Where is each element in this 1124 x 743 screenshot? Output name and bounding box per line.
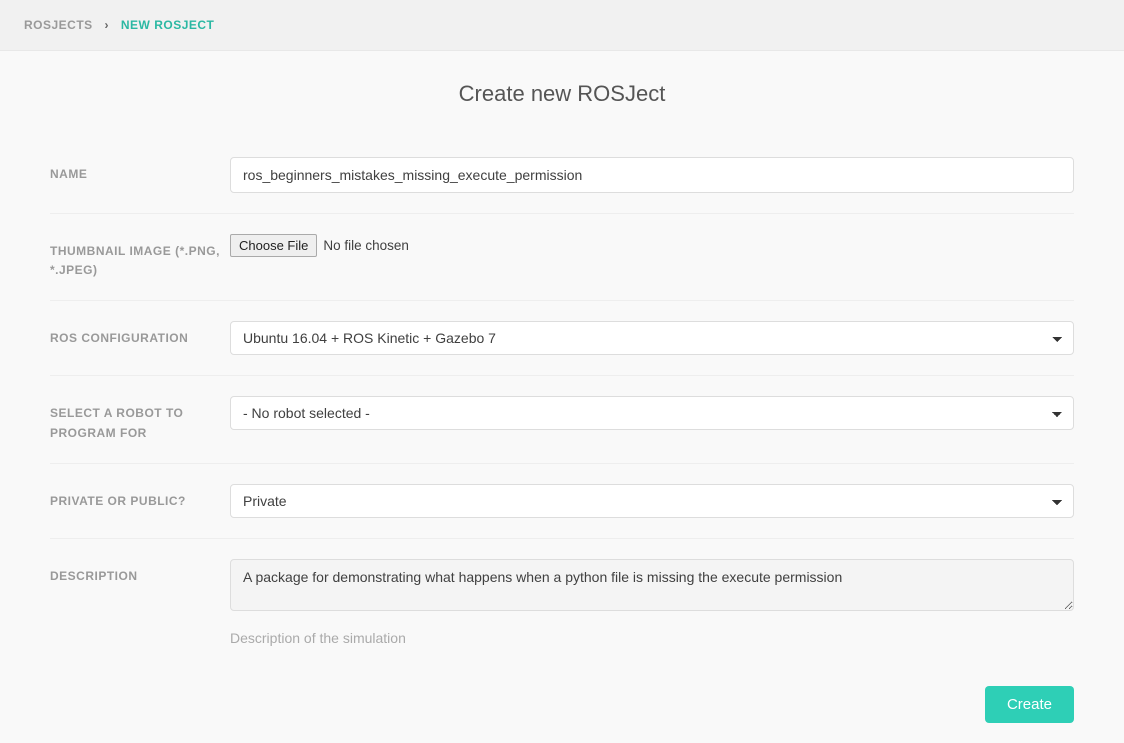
label-description: DESCRIPTION: [50, 559, 230, 586]
label-name: NAME: [50, 157, 230, 184]
breadcrumb-rosjects[interactable]: ROSJECTS: [24, 18, 93, 32]
row-thumbnail: THUMBNAIL IMAGE (*.PNG, *.JPEG) Choose F…: [50, 214, 1074, 301]
label-thumbnail: THUMBNAIL IMAGE (*.PNG, *.JPEG): [50, 234, 230, 280]
label-robot: SELECT A ROBOT TO PROGRAM FOR: [50, 396, 230, 442]
row-robot: SELECT A ROBOT TO PROGRAM FOR - No robot…: [50, 376, 1074, 463]
description-help-text: Description of the simulation: [230, 630, 1074, 646]
label-visibility: PRIVATE OR PUBLIC?: [50, 484, 230, 511]
page-title: Create new ROSJect: [50, 81, 1074, 107]
breadcrumb: ROSJECTS › NEW ROSJECT: [0, 0, 1124, 51]
form-actions: Create: [50, 666, 1074, 723]
page-body: Create new ROSJect NAME THUMBNAIL IMAGE …: [0, 51, 1124, 743]
visibility-select[interactable]: Private: [230, 484, 1074, 518]
create-button[interactable]: Create: [985, 686, 1074, 723]
label-ros-config: ROS CONFIGURATION: [50, 321, 230, 348]
chevron-right-icon: ›: [105, 18, 110, 32]
file-status-text: No file chosen: [323, 238, 409, 253]
description-textarea[interactable]: [230, 559, 1074, 611]
row-ros-config: ROS CONFIGURATION Ubuntu 16.04 + ROS Kin…: [50, 301, 1074, 376]
robot-select[interactable]: - No robot selected -: [230, 396, 1074, 430]
row-description: DESCRIPTION Description of the simulatio…: [50, 539, 1074, 666]
ros-config-select[interactable]: Ubuntu 16.04 + ROS Kinetic + Gazebo 7: [230, 321, 1074, 355]
name-input[interactable]: [230, 157, 1074, 193]
breadcrumb-new-rosject[interactable]: NEW ROSJECT: [121, 18, 215, 32]
row-visibility: PRIVATE OR PUBLIC? Private: [50, 464, 1074, 539]
row-name: NAME: [50, 137, 1074, 214]
choose-file-button[interactable]: Choose File: [230, 234, 317, 257]
